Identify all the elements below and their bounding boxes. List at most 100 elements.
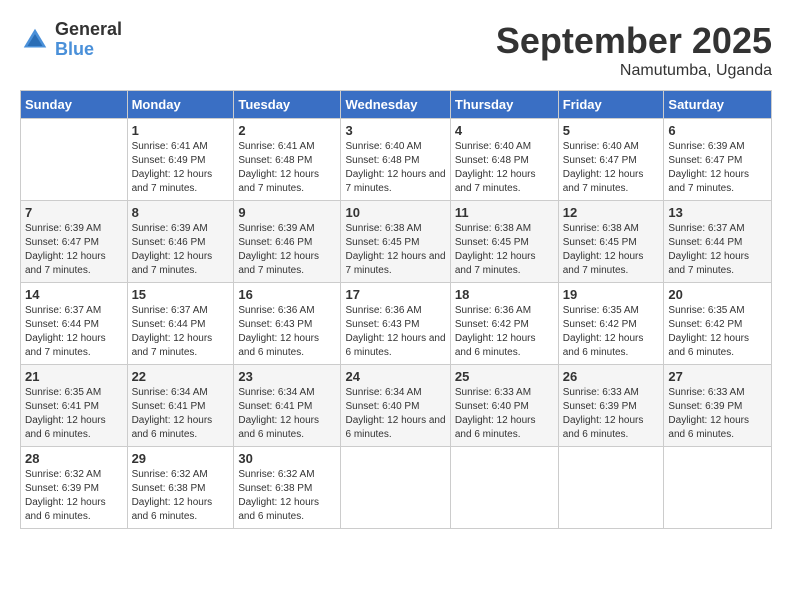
calendar-cell: 14 Sunrise: 6:37 AMSunset: 6:44 PMDaylig… <box>21 283 128 365</box>
day-number: 21 <box>25 369 123 384</box>
day-detail: Sunrise: 6:40 AMSunset: 6:47 PMDaylight:… <box>563 141 644 194</box>
day-number: 11 <box>455 205 554 220</box>
day-detail: Sunrise: 6:38 AMSunset: 6:45 PMDaylight:… <box>345 223 445 276</box>
calendar-cell: 13 Sunrise: 6:37 AMSunset: 6:44 PMDaylig… <box>664 201 772 283</box>
day-detail: Sunrise: 6:35 AMSunset: 6:42 PMDaylight:… <box>668 305 749 358</box>
calendar-cell: 2 Sunrise: 6:41 AMSunset: 6:48 PMDayligh… <box>234 119 341 201</box>
calendar-cell: 27 Sunrise: 6:33 AMSunset: 6:39 PMDaylig… <box>664 365 772 447</box>
day-number: 25 <box>455 369 554 384</box>
calendar-table: SundayMondayTuesdayWednesdayThursdayFrid… <box>20 90 772 529</box>
day-detail: Sunrise: 6:37 AMSunset: 6:44 PMDaylight:… <box>132 305 213 358</box>
header-cell-thursday: Thursday <box>450 91 558 119</box>
day-detail: Sunrise: 6:36 AMSunset: 6:42 PMDaylight:… <box>455 305 536 358</box>
calendar-cell: 25 Sunrise: 6:33 AMSunset: 6:40 PMDaylig… <box>450 365 558 447</box>
day-number: 26 <box>563 369 660 384</box>
calendar-cell: 30 Sunrise: 6:32 AMSunset: 6:38 PMDaylig… <box>234 447 341 529</box>
week-row-1: 1 Sunrise: 6:41 AMSunset: 6:49 PMDayligh… <box>21 119 772 201</box>
header-cell-tuesday: Tuesday <box>234 91 341 119</box>
calendar-cell: 29 Sunrise: 6:32 AMSunset: 6:38 PMDaylig… <box>127 447 234 529</box>
day-number: 5 <box>563 123 660 138</box>
day-number: 27 <box>668 369 767 384</box>
day-number: 22 <box>132 369 230 384</box>
day-detail: Sunrise: 6:34 AMSunset: 6:40 PMDaylight:… <box>345 387 445 440</box>
day-detail: Sunrise: 6:41 AMSunset: 6:49 PMDaylight:… <box>132 141 213 194</box>
day-number: 10 <box>345 205 445 220</box>
calendar-cell: 6 Sunrise: 6:39 AMSunset: 6:47 PMDayligh… <box>664 119 772 201</box>
calendar-cell: 24 Sunrise: 6:34 AMSunset: 6:40 PMDaylig… <box>341 365 450 447</box>
day-number: 17 <box>345 287 445 302</box>
calendar-cell <box>341 447 450 529</box>
calendar-cell: 21 Sunrise: 6:35 AMSunset: 6:41 PMDaylig… <box>21 365 128 447</box>
day-detail: Sunrise: 6:36 AMSunset: 6:43 PMDaylight:… <box>345 305 445 358</box>
calendar-cell: 8 Sunrise: 6:39 AMSunset: 6:46 PMDayligh… <box>127 201 234 283</box>
month-title: September 2025 <box>496 20 772 62</box>
day-number: 7 <box>25 205 123 220</box>
day-detail: Sunrise: 6:35 AMSunset: 6:42 PMDaylight:… <box>563 305 644 358</box>
day-number: 14 <box>25 287 123 302</box>
week-row-4: 21 Sunrise: 6:35 AMSunset: 6:41 PMDaylig… <box>21 365 772 447</box>
calendar-cell: 23 Sunrise: 6:34 AMSunset: 6:41 PMDaylig… <box>234 365 341 447</box>
day-detail: Sunrise: 6:33 AMSunset: 6:39 PMDaylight:… <box>563 387 644 440</box>
day-detail: Sunrise: 6:33 AMSunset: 6:40 PMDaylight:… <box>455 387 536 440</box>
calendar-cell: 28 Sunrise: 6:32 AMSunset: 6:39 PMDaylig… <box>21 447 128 529</box>
calendar-cell: 7 Sunrise: 6:39 AMSunset: 6:47 PMDayligh… <box>21 201 128 283</box>
week-row-3: 14 Sunrise: 6:37 AMSunset: 6:44 PMDaylig… <box>21 283 772 365</box>
day-detail: Sunrise: 6:38 AMSunset: 6:45 PMDaylight:… <box>563 223 644 276</box>
day-number: 9 <box>238 205 336 220</box>
day-number: 19 <box>563 287 660 302</box>
header-cell-monday: Monday <box>127 91 234 119</box>
day-number: 16 <box>238 287 336 302</box>
day-number: 29 <box>132 451 230 466</box>
day-detail: Sunrise: 6:39 AMSunset: 6:46 PMDaylight:… <box>132 223 213 276</box>
day-detail: Sunrise: 6:40 AMSunset: 6:48 PMDaylight:… <box>455 141 536 194</box>
day-detail: Sunrise: 6:39 AMSunset: 6:47 PMDaylight:… <box>668 141 749 194</box>
day-number: 8 <box>132 205 230 220</box>
calendar-cell: 5 Sunrise: 6:40 AMSunset: 6:47 PMDayligh… <box>558 119 664 201</box>
calendar-cell: 22 Sunrise: 6:34 AMSunset: 6:41 PMDaylig… <box>127 365 234 447</box>
day-number: 12 <box>563 205 660 220</box>
day-detail: Sunrise: 6:32 AMSunset: 6:39 PMDaylight:… <box>25 469 106 522</box>
calendar-cell: 12 Sunrise: 6:38 AMSunset: 6:45 PMDaylig… <box>558 201 664 283</box>
header-cell-friday: Friday <box>558 91 664 119</box>
week-row-2: 7 Sunrise: 6:39 AMSunset: 6:47 PMDayligh… <box>21 201 772 283</box>
page-header: General Blue September 2025 Namutumba, U… <box>20 20 772 80</box>
logo-text: General Blue <box>55 20 122 60</box>
day-detail: Sunrise: 6:33 AMSunset: 6:39 PMDaylight:… <box>668 387 749 440</box>
calendar-cell: 17 Sunrise: 6:36 AMSunset: 6:43 PMDaylig… <box>341 283 450 365</box>
day-detail: Sunrise: 6:37 AMSunset: 6:44 PMDaylight:… <box>668 223 749 276</box>
calendar-cell: 11 Sunrise: 6:38 AMSunset: 6:45 PMDaylig… <box>450 201 558 283</box>
logo-general: General <box>55 20 122 40</box>
header-cell-saturday: Saturday <box>664 91 772 119</box>
calendar-cell <box>21 119 128 201</box>
day-number: 20 <box>668 287 767 302</box>
calendar-cell: 16 Sunrise: 6:36 AMSunset: 6:43 PMDaylig… <box>234 283 341 365</box>
calendar-cell: 18 Sunrise: 6:36 AMSunset: 6:42 PMDaylig… <box>450 283 558 365</box>
day-detail: Sunrise: 6:40 AMSunset: 6:48 PMDaylight:… <box>345 141 445 194</box>
day-detail: Sunrise: 6:35 AMSunset: 6:41 PMDaylight:… <box>25 387 106 440</box>
calendar-cell: 20 Sunrise: 6:35 AMSunset: 6:42 PMDaylig… <box>664 283 772 365</box>
calendar-cell <box>450 447 558 529</box>
day-detail: Sunrise: 6:32 AMSunset: 6:38 PMDaylight:… <box>132 469 213 522</box>
day-detail: Sunrise: 6:38 AMSunset: 6:45 PMDaylight:… <box>455 223 536 276</box>
header-cell-sunday: Sunday <box>21 91 128 119</box>
calendar-cell: 15 Sunrise: 6:37 AMSunset: 6:44 PMDaylig… <box>127 283 234 365</box>
day-number: 6 <box>668 123 767 138</box>
title-block: September 2025 Namutumba, Uganda <box>496 20 772 80</box>
day-number: 15 <box>132 287 230 302</box>
logo: General Blue <box>20 20 122 60</box>
calendar-cell: 9 Sunrise: 6:39 AMSunset: 6:46 PMDayligh… <box>234 201 341 283</box>
day-number: 3 <box>345 123 445 138</box>
calendar-cell: 4 Sunrise: 6:40 AMSunset: 6:48 PMDayligh… <box>450 119 558 201</box>
day-detail: Sunrise: 6:41 AMSunset: 6:48 PMDaylight:… <box>238 141 319 194</box>
day-number: 28 <box>25 451 123 466</box>
day-detail: Sunrise: 6:39 AMSunset: 6:46 PMDaylight:… <box>238 223 319 276</box>
week-row-5: 28 Sunrise: 6:32 AMSunset: 6:39 PMDaylig… <box>21 447 772 529</box>
header-cell-wednesday: Wednesday <box>341 91 450 119</box>
header-row: SundayMondayTuesdayWednesdayThursdayFrid… <box>21 91 772 119</box>
day-number: 18 <box>455 287 554 302</box>
day-detail: Sunrise: 6:34 AMSunset: 6:41 PMDaylight:… <box>238 387 319 440</box>
calendar-cell <box>664 447 772 529</box>
calendar-cell: 3 Sunrise: 6:40 AMSunset: 6:48 PMDayligh… <box>341 119 450 201</box>
logo-blue: Blue <box>55 40 122 60</box>
location: Namutumba, Uganda <box>496 62 772 80</box>
